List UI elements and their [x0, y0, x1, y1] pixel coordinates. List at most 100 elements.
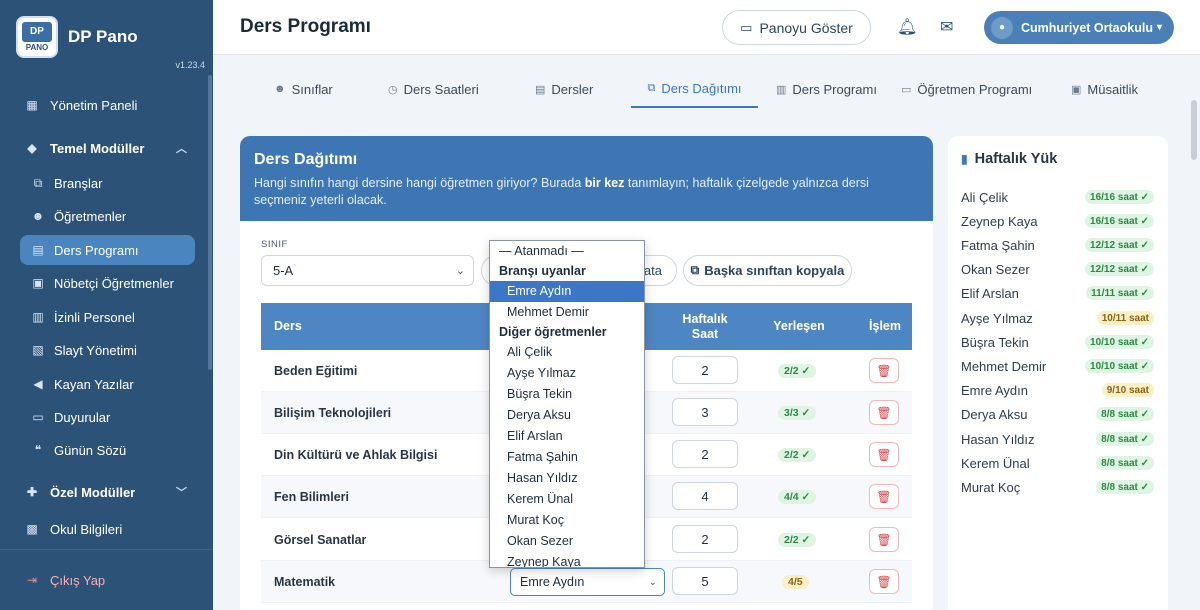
sidebar-item-slides[interactable]: ▧ Slayt Yönetimi	[20, 335, 195, 365]
dropdown-option[interactable]: Fatma Şahin	[490, 447, 644, 468]
teacher-name: Murat Koç	[961, 479, 1021, 495]
chevron-down-icon: ▾	[1156, 22, 1162, 33]
chevron-down-icon: ⌄	[455, 265, 465, 277]
teacher-name: Fatma Şahin	[961, 237, 1035, 253]
sidebar-item-label: Slayt Yönetimi	[54, 342, 137, 358]
sidebar-item-label: Branşlar	[54, 175, 103, 191]
logout-button[interactable]: ⇥ Çıkış Yap	[20, 565, 195, 595]
users-icon: ☻	[274, 83, 286, 95]
weekly-hours-input[interactable]: 5	[672, 567, 738, 595]
sidebar: DP PANO DP Pano v1.23.4 ▦ Yönetim Paneli…	[0, 0, 213, 610]
dropdown-option[interactable]: Ali Çelik	[490, 342, 644, 363]
placed-badge: 2/2 ✓	[778, 364, 817, 378]
weekly-hours-input[interactable]: 4	[672, 482, 738, 510]
dropdown-option[interactable]: Zeynep Kaya	[490, 552, 644, 567]
delete-button[interactable]: 🗑︎	[869, 442, 899, 467]
teacher-select[interactable]: Emre Aydın ⌄	[510, 568, 665, 596]
sidebar-item-teachers[interactable]: ☻ Öğretmenler	[20, 201, 195, 231]
sidebar-item-staff-on-leave[interactable]: ▥ İzinli Personel	[20, 302, 195, 332]
card-description: Hangi sınıfın hangi dersine hangi öğretm…	[254, 176, 869, 207]
weekly-load-panel: ▮ Haftalık Yük Ali Çelik 16/16 saat ✓ Zey…	[948, 136, 1168, 610]
book-icon: ▤	[535, 83, 546, 96]
teacher-load-row: Mehmet Demir 10/10 saat ✓	[961, 356, 1154, 376]
load-badge: 8/8 saat ✓	[1096, 480, 1154, 494]
copy-from-class-button[interactable]: ⧉ Başka sınıftan kopyala	[683, 255, 852, 286]
sidebar-item-announcements[interactable]: ▭ Duyurular	[20, 402, 195, 432]
dropdown-option-unassigned[interactable]: — Atanmadı —	[490, 241, 644, 262]
dropdown-option[interactable]: Hasan Yıldız	[490, 468, 644, 489]
tab-availability[interactable]: ▣ Müsaitlik	[1071, 70, 1138, 108]
tab-label: Dersler	[551, 81, 594, 97]
image-icon: ▧	[32, 343, 44, 357]
weekly-hours-input[interactable]: 2	[672, 356, 738, 384]
mail-icon[interactable]: ✉	[940, 17, 953, 37]
show-board-button[interactable]: ▭ Panoyu Göster	[722, 10, 871, 45]
tab-lesson-hours[interactable]: ◷ Ders Saatleri	[388, 70, 479, 108]
tab-classes[interactable]: ☻ Sınıflar	[274, 70, 333, 108]
dropdown-option[interactable]: Okan Sezer	[490, 531, 644, 552]
tab-courses[interactable]: ▤ Dersler	[535, 70, 593, 108]
sidebar-group-special-modules[interactable]: ✚ Özel Modüller ﹀	[20, 477, 195, 507]
teacher-load-row: Okan Sezer 12/12 saat ✓	[961, 259, 1154, 279]
class-select[interactable]: 5-A ⌄	[261, 255, 474, 286]
sidebar-item-school-info[interactable]: ▩ Okul Bilgileri	[20, 514, 195, 544]
dropdown-option[interactable]: Elif Arslan	[490, 426, 644, 447]
message-icon: ▭	[32, 410, 44, 424]
teacher-dropdown-list[interactable]: — Atanmadı — Branşı uyanlar Emre Aydın M…	[489, 240, 645, 568]
sidebar-scrollbar[interactable]	[208, 75, 212, 370]
sidebar-item-branches[interactable]: ⧉ Branşlar	[20, 168, 195, 198]
weekly-hours-input[interactable]: 3	[672, 398, 738, 426]
puzzle-icon: ✚	[26, 485, 38, 499]
user-menu-button[interactable]: ● Cumhuriyet Ortaokulu ▾	[984, 11, 1174, 44]
delete-button[interactable]: 🗑︎	[869, 358, 899, 383]
dropdown-option[interactable]: Emre Aydın	[490, 281, 644, 302]
delete-button[interactable]: 🗑︎	[869, 569, 899, 594]
sidebar-item-schedule[interactable]: ▤ Ders Programı	[20, 235, 195, 265]
tab-schedule[interactable]: ▥ Ders Programı	[776, 70, 877, 108]
calendar-icon: ▥	[776, 83, 787, 96]
tab-label: Öğretmen Programı	[917, 81, 1033, 97]
sidebar-item-quote-of-day[interactable]: ❝ Günün Sözü	[20, 435, 195, 465]
top-bar: Ders Programı ▭ Panoyu Göster 🔔︎ ✉ ● Cum…	[213, 0, 1200, 55]
weekly-hours-input[interactable]: 2	[672, 440, 738, 468]
dropdown-option[interactable]: Kerem Ünal	[490, 489, 644, 510]
teacher-select-value: Emre Aydın	[520, 575, 585, 589]
placed-badge: 4/5	[782, 575, 809, 589]
teacher-name: Okan Sezer	[961, 261, 1030, 277]
bell-icon[interactable]: 🔔︎	[897, 17, 917, 37]
delete-button[interactable]: 🗑︎	[869, 484, 899, 509]
dropdown-option[interactable]: Derya Aksu	[490, 405, 644, 426]
sidebar-item-tickers[interactable]: ◀ Kayan Yazılar	[20, 369, 195, 399]
card-title: Ders Dağıtımı	[254, 151, 358, 168]
page-scrollbar[interactable]	[1191, 100, 1197, 160]
brand[interactable]: DP PANO DP Pano	[16, 16, 138, 58]
copy-icon: ⧉	[690, 263, 700, 277]
teacher-name: Derya Aksu	[961, 406, 1028, 422]
monitor-icon: ▭	[740, 19, 753, 35]
dropdown-option[interactable]: Ayşe Yılmaz	[490, 363, 644, 384]
delete-button[interactable]: 🗑︎	[869, 400, 899, 425]
sidebar-item-label: Öğretmenler	[54, 208, 127, 224]
dropdown-option[interactable]: Büşra Tekin	[490, 384, 644, 405]
show-board-label: Panoyu Göster	[759, 19, 853, 36]
teacher-name: Büşra Tekin	[961, 334, 1029, 350]
dropdown-option[interactable]: Murat Koç	[490, 510, 644, 531]
placed-badge: 2/2 ✓	[778, 448, 817, 462]
load-badge: 8/8 saat ✓	[1096, 407, 1154, 421]
teacher-name: Elif Arslan	[961, 285, 1019, 301]
weekly-hours-input[interactable]: 2	[672, 525, 738, 553]
course-name: Bilişim Teknolojileri	[274, 406, 392, 420]
sidebar-item-dashboard[interactable]: ▦ Yönetim Paneli	[20, 90, 195, 120]
clock-icon: ◷	[388, 83, 398, 96]
dropdown-option[interactable]: Mehmet Demir	[490, 302, 644, 323]
trash-icon: 🗑︎	[876, 574, 892, 589]
course-name: Beden Eğitimi	[274, 364, 358, 378]
tab-teacher-schedule[interactable]: ▭ Öğretmen Programı	[901, 70, 1032, 108]
load-badge: 16/16 saat ✓	[1085, 190, 1154, 204]
tab-distribution[interactable]: ⧉ Ders Dağıtımı	[631, 70, 758, 108]
delete-button[interactable]: 🗑︎	[869, 527, 899, 552]
calendar-icon: ▥	[32, 310, 44, 324]
teacher-load-row: Emre Aydın 9/10 saat	[961, 380, 1154, 400]
sidebar-item-duty-teachers[interactable]: ▣ Nöbetçi Öğretmenler	[20, 268, 195, 298]
sidebar-group-core-modules[interactable]: ◆ Temel Modüller ︿	[20, 133, 195, 163]
